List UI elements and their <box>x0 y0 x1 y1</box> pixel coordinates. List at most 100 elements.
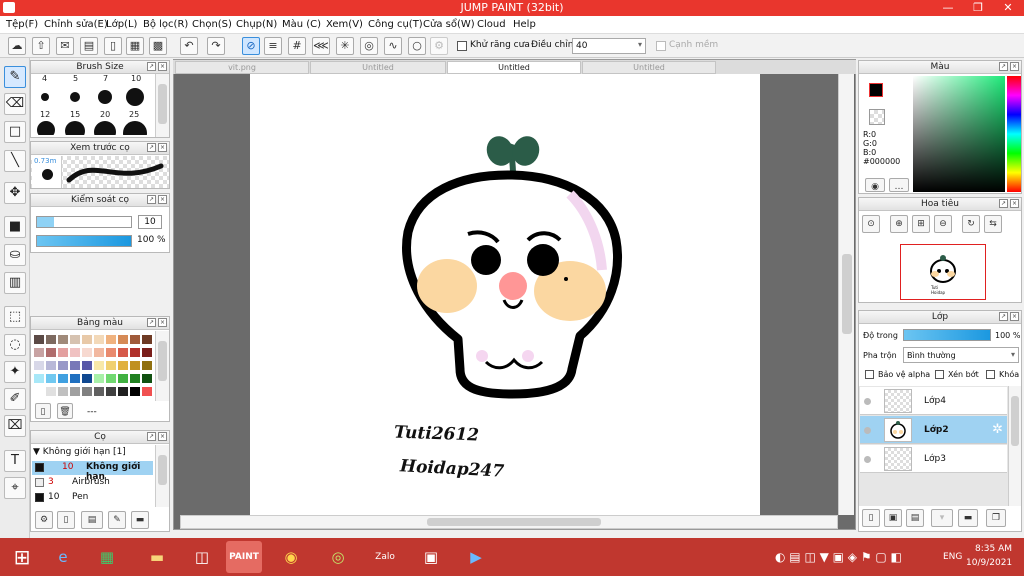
color-swatch[interactable] <box>46 361 56 370</box>
new-brush-icon[interactable]: ▯ <box>57 511 75 529</box>
menu-window[interactable]: Cửa sổ(W) <box>423 19 475 30</box>
layer-row[interactable]: Lớp2 ✲ <box>860 416 1007 444</box>
new-page-icon[interactable]: ▯ <box>35 403 51 419</box>
palette-icon[interactable]: ◉ <box>865 178 885 192</box>
color-swatch[interactable] <box>130 387 140 396</box>
color-swatch[interactable] <box>70 361 80 370</box>
move-tool-icon[interactable]: ✥ <box>4 182 26 204</box>
close-button[interactable]: ✕ <box>994 0 1022 16</box>
duplicate-icon[interactable]: ❐ <box>986 509 1006 527</box>
popout-icon[interactable]: ↗ <box>147 195 156 204</box>
tab-untitled-1[interactable]: Untitled <box>310 61 446 74</box>
minimize-button[interactable]: — <box>934 0 962 16</box>
zoom-in-icon[interactable]: ⊕ <box>890 215 908 233</box>
menu-view[interactable]: Xem(V) <box>326 19 363 30</box>
color-swatch[interactable] <box>142 361 152 370</box>
redo-icon[interactable]: ↷ <box>207 37 225 55</box>
color-swatch[interactable] <box>106 374 116 383</box>
edit-brush-icon[interactable]: ✎ <box>108 511 126 529</box>
eye-icon[interactable] <box>864 456 871 463</box>
color-swatch[interactable] <box>94 374 104 383</box>
lines-icon[interactable]: ≡ <box>264 37 282 55</box>
close-icon[interactable]: × <box>158 432 167 441</box>
color-swatch[interactable] <box>70 335 80 344</box>
size-slider[interactable] <box>36 216 132 228</box>
blend-select[interactable]: Bình thường ▾ <box>903 347 1019 363</box>
color-swatch[interactable] <box>118 374 128 383</box>
brush-size-scrollbar[interactable] <box>155 74 169 137</box>
color-swatch[interactable] <box>34 335 44 344</box>
color-swatch[interactable] <box>106 361 116 370</box>
color-swatch[interactable] <box>142 374 152 383</box>
color-swatch[interactable] <box>106 348 116 357</box>
color-swatch[interactable] <box>70 387 80 396</box>
color-square[interactable] <box>913 76 1005 192</box>
close-icon[interactable]: × <box>158 318 167 327</box>
menu-filter[interactable]: Bộ lọc(R) <box>143 19 188 30</box>
coccoc-icon[interactable]: ◎ <box>320 541 356 573</box>
popout-icon[interactable]: ↗ <box>147 432 156 441</box>
gear-icon[interactable]: ✲ <box>992 422 1003 437</box>
circle-ruler-icon[interactable]: ○ <box>408 37 426 55</box>
store-icon[interactable]: ▦ <box>89 541 125 573</box>
brush-size-dot[interactable] <box>94 121 116 135</box>
color-swatch[interactable] <box>130 361 140 370</box>
brush-checkbox[interactable] <box>35 478 44 487</box>
menu-layer[interactable]: Lớp(L) <box>106 19 137 30</box>
zoom-icon[interactable]: ▶ <box>458 541 494 573</box>
magic-wand-icon[interactable]: ✦ <box>4 361 26 383</box>
color-swatch[interactable] <box>130 348 140 357</box>
chrome-icon[interactable]: ◉ <box>273 541 309 573</box>
eye-icon[interactable] <box>864 427 871 434</box>
cloud-icon[interactable]: ☁ <box>8 37 26 55</box>
popout-icon[interactable]: ↗ <box>147 62 156 71</box>
color-swatch[interactable] <box>94 335 104 344</box>
rotate-icon[interactable]: ↻ <box>962 215 980 233</box>
menu-tools[interactable]: Công cụ(T) <box>368 19 423 30</box>
color-swatch[interactable] <box>46 348 56 357</box>
brush-size-dot[interactable] <box>126 88 144 106</box>
popout-icon[interactable]: ↗ <box>147 318 156 327</box>
close-icon[interactable]: × <box>158 195 167 204</box>
color-swatch[interactable] <box>118 361 128 370</box>
select-pen-icon[interactable]: ✐ <box>4 388 26 410</box>
color-swatch[interactable] <box>82 335 92 344</box>
navigator-viewport[interactable]: Tuti Hoidap <box>900 244 986 300</box>
brush-size-dot[interactable] <box>37 121 55 135</box>
popout-icon[interactable]: ↗ <box>999 312 1008 321</box>
eye-icon[interactable] <box>864 398 871 405</box>
concentric-icon[interactable]: ◎ <box>360 37 378 55</box>
color-swatch[interactable] <box>34 374 44 383</box>
color-swatch[interactable] <box>94 387 104 396</box>
color-swatch[interactable] <box>46 335 56 344</box>
clock-date[interactable]: 10/9/2021 <box>966 558 1012 568</box>
restore-button[interactable]: ❐ <box>964 0 992 16</box>
color-swatch[interactable] <box>58 335 68 344</box>
protect-alpha-checkbox[interactable] <box>865 370 874 379</box>
color-swatch[interactable] <box>130 335 140 344</box>
perspective-icon[interactable]: ⋘ <box>312 37 330 55</box>
clock-time[interactable]: 8:35 AM <box>975 544 1012 554</box>
grid-settings-icon[interactable]: ▩ <box>149 37 167 55</box>
zoom-out-icon[interactable]: ⊖ <box>934 215 952 233</box>
brush-item[interactable]: 10 Không giới hạn <box>32 461 153 482</box>
color-swatch[interactable] <box>82 374 92 383</box>
close-icon[interactable]: × <box>1010 312 1019 321</box>
comment-icon[interactable]: ✉ <box>56 37 74 55</box>
fill-rect-tool-icon[interactable]: ■ <box>4 216 26 238</box>
zoom-actual-icon[interactable]: ⊞ <box>912 215 930 233</box>
select-eraser-icon[interactable]: ⌧ <box>4 415 26 437</box>
brush-item[interactable]: 10 Pen <box>32 491 153 505</box>
color-swatch[interactable] <box>94 348 104 357</box>
color-swatch[interactable] <box>46 374 56 383</box>
color-swatch[interactable] <box>46 387 56 396</box>
navigator-view[interactable]: Tuti Hoidap <box>860 236 1020 302</box>
brush-checkbox[interactable] <box>35 463 44 472</box>
brush-checkbox[interactable] <box>35 493 44 502</box>
more-icon[interactable]: … <box>889 178 909 192</box>
color-swatch[interactable] <box>82 387 92 396</box>
layer-image-icon[interactable]: ▤ <box>906 509 924 527</box>
color-swatch[interactable] <box>34 387 44 396</box>
tab-untitled-2[interactable]: Untitled <box>447 61 581 74</box>
zoom-fit-icon[interactable]: ⊙ <box>862 215 880 233</box>
